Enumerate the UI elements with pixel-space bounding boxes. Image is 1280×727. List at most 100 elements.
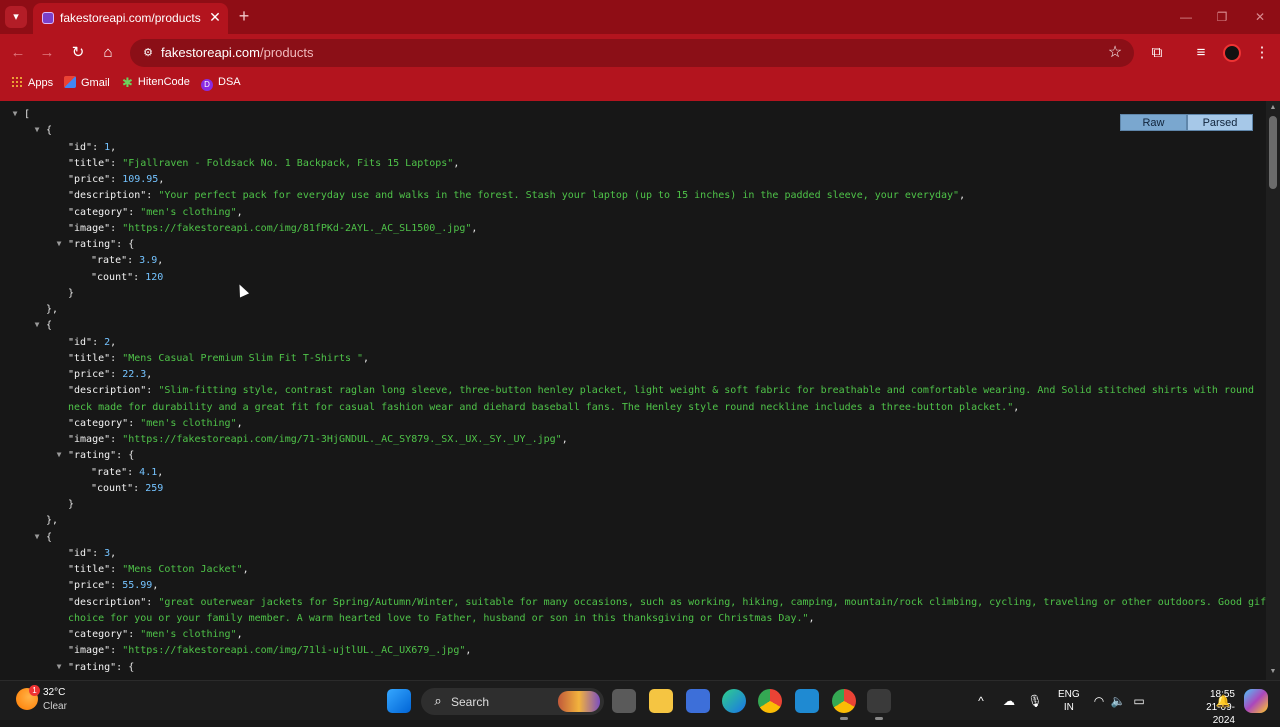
cloud-icon[interactable]: ☁ [1001, 692, 1017, 710]
json-line-content: neck made for durability and a great fit… [68, 400, 1019, 416]
json-line-content: "category": "men's clothing", [68, 627, 243, 643]
scroll-up-arrow-icon[interactable]: ▲ [1269, 104, 1277, 112]
dsa-icon: D [201, 79, 213, 91]
collapse-toggle-icon[interactable]: ▼ [10, 107, 20, 119]
back-arrow-icon[interactable]: ← [8, 43, 28, 63]
json-line: ▼ "rating": { [0, 660, 1266, 676]
battery-icon[interactable]: ▭ [1131, 692, 1147, 710]
json-punct: , [158, 174, 165, 185]
url-host: fakestoreapi.com [161, 45, 260, 60]
hitencode-icon: ✱ [122, 75, 133, 90]
weather-condition[interactable]: Clear [43, 701, 67, 712]
more-menu-icon[interactable]: ⋮ [1252, 43, 1272, 63]
bookmark-dsa[interactable]: D DSA [201, 76, 241, 94]
profile-avatar[interactable] [1223, 44, 1241, 62]
json-line-content: "category": "men's clothing", [68, 416, 243, 432]
tab-close-icon[interactable]: ✕ [207, 9, 223, 25]
json-punct: : [146, 385, 159, 397]
edge-icon[interactable] [722, 689, 746, 713]
json-viewer: ▼[▼{"id": 1, "title": "Fjallraven - Folds… [0, 101, 1266, 680]
json-value: 120 [145, 271, 164, 283]
home-icon[interactable]: ⌂ [98, 43, 118, 63]
collapse-toggle-icon[interactable]: ▼ [54, 660, 64, 672]
json-line: "title": "Mens Casual Premium Slim Fit T… [0, 351, 1266, 367]
bookmark-star-icon[interactable]: ☆ [1106, 43, 1124, 63]
taskbar: 1 32°C Clear ⌕ Search ^ ☁ 🎙 ENG IN ◠ 🔈 ▭… [0, 680, 1280, 726]
json-line: "count": 259 [0, 481, 1266, 497]
vscode-icon[interactable] [795, 689, 819, 713]
json-key: "id" [68, 141, 93, 153]
json-line-content: "description": "Slim-fitting style, cont… [68, 383, 1254, 399]
address-bar[interactable]: ⚙ fakestoreapi.com/products ☆ [130, 39, 1134, 67]
parsed-button[interactable]: Parsed [1187, 114, 1253, 131]
media-control-icon[interactable]: ≡ [1191, 43, 1211, 63]
json-key: "id" [68, 336, 93, 348]
minimize-icon[interactable]: — [1176, 8, 1196, 26]
json-line-content: "count": 259 [91, 481, 163, 497]
bookmark-gmail[interactable]: Gmail [64, 76, 110, 94]
tray-chevron-up-icon[interactable]: ^ [973, 692, 989, 710]
reload-icon[interactable]: ↻ [68, 43, 88, 63]
json-punct: , [561, 434, 568, 445]
browser-chrome: ▾ fakestoreapi.com/products ✕ + — ❐ ✕ ← … [0, 0, 1280, 101]
json-line-content: choice for you or your family member. A … [68, 611, 815, 627]
json-punct: : [116, 450, 129, 462]
url-text[interactable]: fakestoreapi.com/products [161, 45, 313, 60]
collapse-toggle-icon[interactable]: ▼ [54, 448, 64, 460]
microphone-icon[interactable]: 🎙 [1027, 692, 1043, 710]
store-icon[interactable] [686, 689, 710, 713]
json-line: "image": "https://fakestoreapi.com/img/8… [0, 221, 1266, 237]
scrollbar-thumb[interactable] [1269, 116, 1277, 189]
wifi-icon[interactable]: ◠ [1091, 692, 1107, 710]
taskbar-search[interactable]: ⌕ Search [421, 688, 604, 715]
language-code: ENG [1058, 689, 1080, 700]
json-line: } [0, 286, 1266, 302]
json-line: "category": "men's clothing", [0, 416, 1266, 432]
json-punct: , [146, 369, 153, 380]
notification-bell-icon[interactable]: 🔔 [1215, 692, 1231, 710]
language-indicator[interactable]: ENG IN [1058, 688, 1080, 714]
copilot-icon[interactable] [1244, 689, 1268, 713]
tab-active[interactable]: fakestoreapi.com/products ✕ [33, 3, 228, 34]
windows-start-icon[interactable] [387, 689, 411, 713]
maximize-icon[interactable]: ❐ [1212, 8, 1232, 26]
json-line-content: "title": "Fjallraven - Foldsack No. 1 Ba… [68, 156, 459, 172]
json-line-content: "price": 109.95, [68, 172, 164, 188]
collapse-toggle-icon[interactable]: ▼ [32, 318, 42, 330]
json-punct: { [46, 531, 53, 543]
json-value: "Mens Casual Premium Slim Fit T-Shirts " [122, 352, 364, 364]
new-tab-plus-icon[interactable]: + [236, 6, 252, 26]
site-info-icon[interactable]: ⚙ [140, 45, 156, 61]
json-line: "title": "Fjallraven - Foldsack No. 1 Ba… [0, 156, 1266, 172]
task-view-icon[interactable] [612, 689, 636, 713]
json-line-content: { [46, 530, 52, 546]
json-punct: : [110, 174, 123, 185]
tab-search-chevron-icon[interactable]: ▾ [5, 6, 27, 28]
volume-icon[interactable]: 🔈 [1110, 692, 1126, 710]
file-explorer-icon[interactable] [649, 689, 673, 713]
extensions-puzzle-icon[interactable]: ⧉ [1147, 43, 1167, 63]
chrome-icon[interactable] [758, 689, 782, 713]
raw-button[interactable]: Raw [1120, 114, 1187, 131]
collapse-toggle-icon[interactable]: ▼ [54, 237, 64, 249]
json-punct: : [146, 190, 159, 202]
window-close-icon[interactable]: ✕ [1250, 8, 1270, 26]
json-value: { [128, 661, 135, 673]
json-value: neck made for durability and a great fit… [68, 401, 1014, 413]
json-punct: : [110, 434, 123, 445]
bookmark-apps[interactable]: Apps [11, 76, 53, 94]
collapse-toggle-icon[interactable]: ▼ [32, 530, 42, 542]
forward-arrow-icon[interactable]: → [37, 43, 57, 63]
json-value: "https://fakestoreapi.com/img/81fPKd-2AY… [122, 222, 472, 234]
collapse-toggle-icon[interactable]: ▼ [32, 123, 42, 135]
bookmark-hitencode[interactable]: ✱ HitenCode [122, 76, 190, 94]
scrollbar[interactable]: ▲ ▼ [1266, 101, 1280, 680]
bookmark-label: Gmail [81, 77, 110, 89]
snipping-tool-icon[interactable] [867, 689, 891, 713]
scroll-down-arrow-icon[interactable]: ▼ [1269, 668, 1277, 676]
json-key: "rate" [91, 466, 128, 478]
json-key: "price" [68, 174, 111, 185]
json-punct: , [236, 206, 243, 218]
weather-temperature[interactable]: 32°C [43, 687, 65, 698]
chrome-profile-icon[interactable] [832, 689, 856, 713]
